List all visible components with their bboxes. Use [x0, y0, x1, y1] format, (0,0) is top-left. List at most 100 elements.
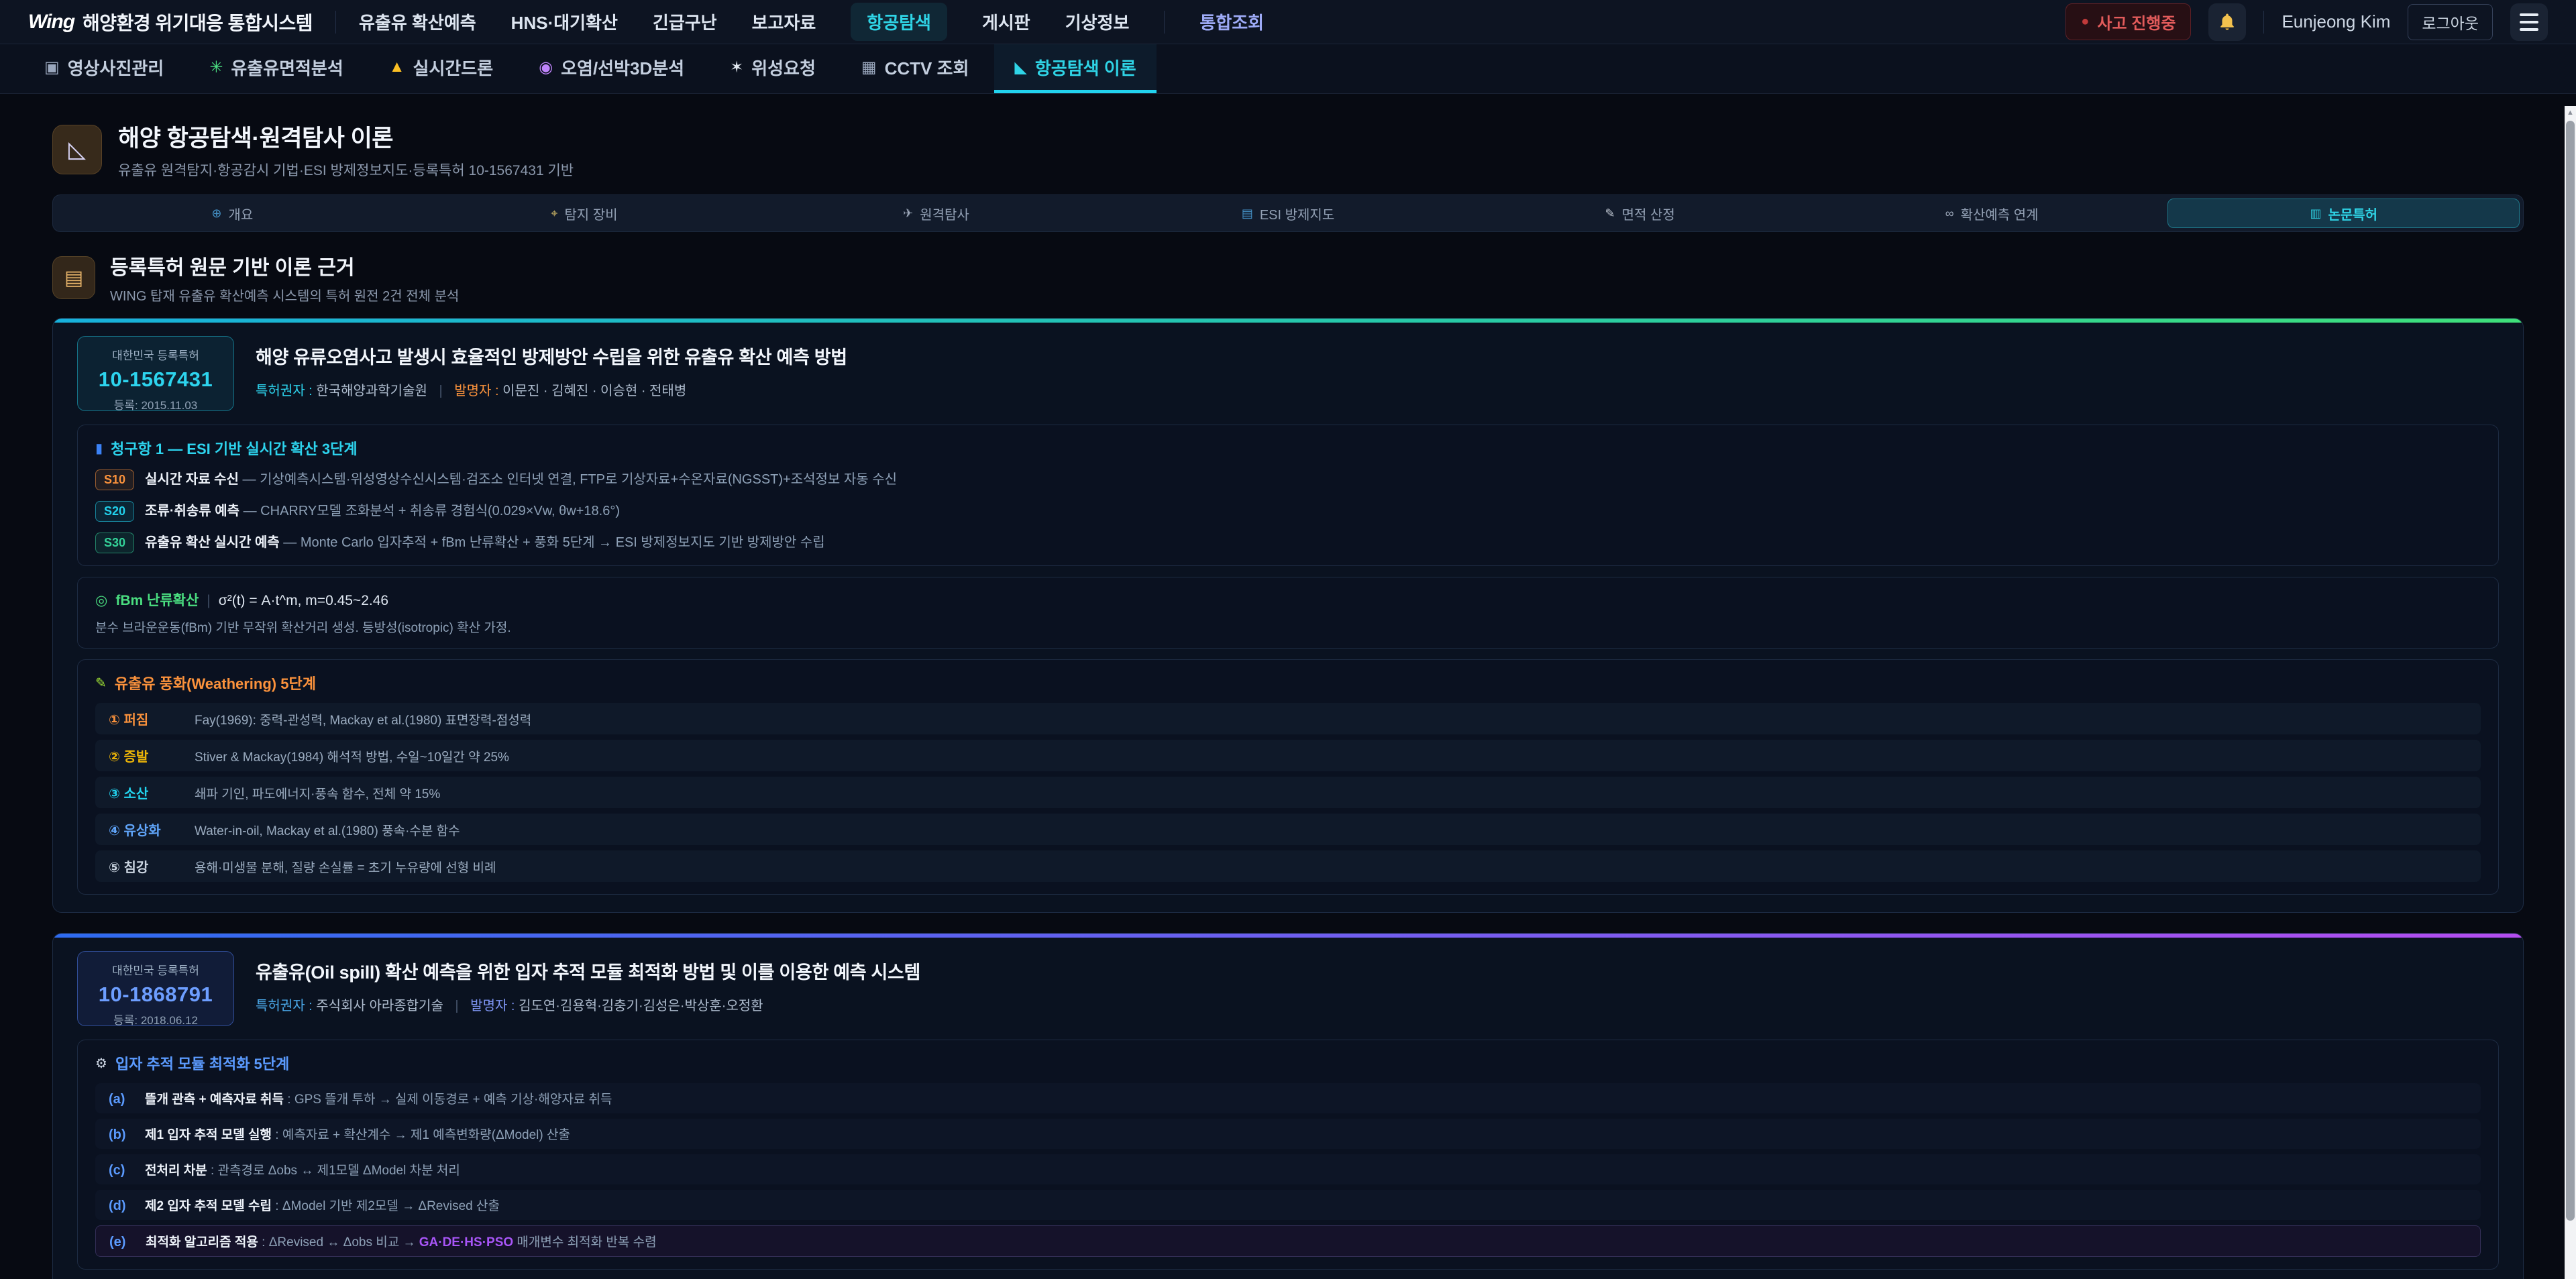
subnav-item-realtime-drone[interactable]: ▲ 실시간드론 [369, 44, 513, 93]
patent-card-1: 대한민국 등록특허 10-1567431 등록: 2015.11.03 해양 유… [52, 318, 2524, 913]
globe-icon: ⊕ [211, 207, 221, 221]
menu-item-reports[interactable]: 보고자료 [752, 9, 816, 34]
patent-meta: 특허권자 : 주식회사 아라종합기술 | 발명자 : 김도연·김용혁·김충기·김… [256, 995, 920, 1014]
weathering-header-text: 유출유 풍화(Weathering) 5단계 [115, 672, 316, 693]
step-badge: S30 [95, 533, 134, 553]
main-menu: 유출유 확산예측 HNS·대기확산 긴급구난 보고자료 항공탐색 게시판 기상정… [359, 3, 1264, 41]
subnav-item-aerial-search-theory[interactable]: ◣ 항공탐색 이론 [994, 44, 1156, 93]
subnav-label: 영상사진관리 [68, 55, 164, 80]
meta-separator: | [439, 384, 442, 398]
scrollbar-up-arrow-icon[interactable]: ▲ [2565, 109, 2576, 117]
patent-card-header: 대한민국 등록특허 10-1567431 등록: 2015.11.03 해양 유… [77, 336, 2499, 411]
row-label: ② 증발 [109, 746, 195, 765]
logout-button[interactable]: 로그아웃 [2408, 4, 2493, 40]
subnav-item-image-photo-mgmt[interactable]: ▣ 영상사진관리 [24, 44, 184, 93]
divider [2263, 11, 2264, 34]
subnav-item-pollution-ship-3d[interactable]: ◉ 오염/선박3D분석 [519, 44, 704, 93]
patent-number: 10-1868791 [78, 983, 233, 1007]
fbm-formula: σ²(t) = A·t^m, m=0.45~2.46 [219, 593, 388, 609]
status-dot-icon: ● [2081, 14, 2089, 30]
drone-icon: ▲ [389, 58, 405, 76]
weathering-box: ✎ 유출유 풍화(Weathering) 5단계 ① 퍼짐 Fay(1969):… [77, 659, 2499, 895]
menu-item-oil-spill-forecast[interactable]: 유출유 확산예측 [359, 9, 476, 34]
patent-country-label: 대한민국 등록특허 [78, 346, 233, 363]
inventor-label: 발명자 : [454, 384, 498, 398]
patent-country-label: 대한민국 등록특허 [78, 961, 233, 978]
owner-value: 주식회사 아라종합기술 [316, 999, 443, 1013]
patent-number-badge: 대한민국 등록특허 10-1567431 등록: 2015.11.03 [77, 336, 234, 411]
menu-item-integrated-search[interactable]: 통합조회 [1199, 9, 1264, 34]
step-key: (d) [109, 1199, 145, 1214]
step-title: 제2 입자 추적 모델 수립 [145, 1199, 272, 1213]
inventor-label: 발명자 : [470, 999, 515, 1013]
weathering-row-spreading: ① 퍼짐 Fay(1969): 중력-관성력, Mackay et al.(19… [95, 703, 2481, 734]
tab-remote-sensing[interactable]: ✈ 원격탐사 [760, 199, 1112, 228]
step-key: (e) [109, 1235, 146, 1250]
algorithms-inline: GA·DE·HS·PSO [419, 1235, 513, 1249]
row-desc: Stiver & Mackay(1984) 해석적 방법, 수일~10일간 약 … [195, 747, 509, 765]
tab-detection-equipment[interactable]: ⌖ 탐지 장비 [409, 199, 761, 228]
tab-label: ESI 방제지도 [1260, 204, 1334, 223]
tab-overview[interactable]: ⊕ 개요 [56, 199, 409, 228]
row-desc: Water-in-oil, Mackay et al.(1980) 풍속·수분 … [195, 821, 460, 839]
scrollbar-thumb[interactable] [2566, 121, 2575, 1221]
notification-bell-button[interactable] [2208, 3, 2246, 41]
divider [1164, 11, 1165, 34]
link-icon: ∞ [1945, 207, 1954, 221]
tab-label: 탐지 장비 [564, 204, 617, 223]
incident-status-badge[interactable]: ● 사고 진행중 [2065, 3, 2191, 40]
subnav-item-cctv-view[interactable]: ▦ CCTV 조회 [841, 44, 989, 93]
tab-label: 개요 [228, 204, 253, 223]
step-badge: S20 [95, 501, 134, 522]
tab-esi-map[interactable]: ▤ ESI 방제지도 [1112, 199, 1464, 228]
gear-icon: ⚙ [95, 1055, 107, 1072]
hamburger-menu-button[interactable] [2510, 3, 2548, 41]
step-desc: — 기상예측시스템·위성영상수신시스템·검조소 인터넷 연결, FTP로 기상자… [243, 472, 898, 487]
tab-label: 확산예측 연계 [1961, 204, 2039, 223]
subnav-label: 항공탐색 이론 [1035, 55, 1136, 80]
patent-title: 해양 유류오염사고 발생시 효율적인 방제방안 수립을 위한 유출유 확산 예측… [256, 343, 847, 369]
bell-icon [2217, 12, 2237, 32]
spiral-icon: ◎ [95, 592, 107, 609]
tab-diffusion-link[interactable]: ∞ 확산예측 연계 [1816, 199, 2168, 228]
claim-step-s30: S30 유출유 확산 실시간 예측 — Monte Carlo 입자추적 + f… [95, 531, 2481, 553]
fbm-box: ◎ fBm 난류확산 | σ²(t) = A·t^m, m=0.45~2.46 … [77, 577, 2499, 649]
step-key: (a) [109, 1092, 145, 1107]
step-desc: — Monte Carlo 입자추적 + fBm 난류확산 + 풍화 5단계 →… [283, 535, 824, 550]
weathering-row-emulsification: ④ 유상화 Water-in-oil, Mackay et al.(1980) … [95, 814, 2481, 845]
meta-separator: | [455, 999, 458, 1013]
top-nav-right: ● 사고 진행중 Eunjeong Kim 로그아웃 [2065, 3, 2548, 41]
subnav-label: 실시간드론 [413, 55, 494, 80]
menu-item-board[interactable]: 게시판 [982, 9, 1030, 34]
app-logo[interactable]: Wing 해양환경 위기대응 통합시스템 [28, 9, 313, 36]
hamburger-icon [2520, 13, 2538, 31]
owner-label: 특허권자 : [256, 999, 313, 1013]
page-header: ◺ 해양 항공탐색·원격탐사 이론 유출유 원격탐지·항공감시 기법·ESI 방… [52, 119, 2524, 180]
opt-step-d: (d) 제2 입자 추적 모델 수립 : ΔModel 기반 제2모델 → ΔR… [95, 1190, 2481, 1220]
patent-number-badge: 대한민국 등록특허 10-1868791 등록: 2018.06.12 [77, 951, 234, 1026]
menu-item-emergency-rescue[interactable]: 긴급구난 [653, 9, 717, 34]
sub-nav: ▣ 영상사진관리 ✳ 유출유면적분석 ▲ 실시간드론 ◉ 오염/선박3D분석 ✶… [0, 44, 2576, 94]
subnav-item-oil-area-analysis[interactable]: ✳ 유출유면적분석 [189, 44, 364, 93]
tab-papers-patents[interactable]: ▥ 논문특허 [2167, 199, 2520, 228]
divider: | [207, 593, 210, 609]
fbm-formula-line: ◎ fBm 난류확산 | σ²(t) = A·t^m, m=0.45~2.46 [95, 590, 2481, 610]
weathering-header: ✎ 유출유 풍화(Weathering) 5단계 [95, 672, 2481, 693]
tab-area-calculation[interactable]: ✎ 면적 산정 [1464, 199, 1816, 228]
patent-meta: 특허권자 : 한국해양과학기술원 | 발명자 : 이문진 · 김혜진 · 이승현… [256, 380, 847, 399]
menu-item-weather-info[interactable]: 기상정보 [1065, 9, 1130, 34]
subnav-item-satellite-request[interactable]: ✶ 위성요청 [710, 44, 836, 93]
row-desc: Fay(1969): 중력-관성력, Mackay et al.(1980) 표… [195, 710, 531, 728]
claim-header: ▮ 청구항 1 — ESI 기반 실시간 확산 3단계 [95, 437, 2481, 459]
weathering-row-dispersion: ③ 소산 쇄파 기인, 파도에너지·풍속 함수, 전체 약 15% [95, 777, 2481, 808]
vertical-scrollbar[interactable]: ▲ [2565, 106, 2576, 1279]
incident-status-label: 사고 진행중 [2097, 10, 2176, 34]
optimization-box: ⚙ 입자 추적 모듈 최적화 5단계 (a) 뜰개 관측 + 예측자료 취득 :… [77, 1040, 2499, 1270]
docs-icon: ▥ [2310, 207, 2321, 221]
step-desc: : ΔModel 기반 제2모델 → ΔRevised 산출 [275, 1199, 500, 1213]
subnav-label: 오염/선박3D분석 [561, 55, 684, 80]
menu-item-aerial-search[interactable]: 항공탐색 [851, 3, 947, 41]
row-label: ③ 소산 [109, 783, 195, 802]
menu-item-hns-dispersion[interactable]: HNS·대기확산 [511, 9, 618, 34]
row-label: ④ 유상화 [109, 820, 195, 839]
